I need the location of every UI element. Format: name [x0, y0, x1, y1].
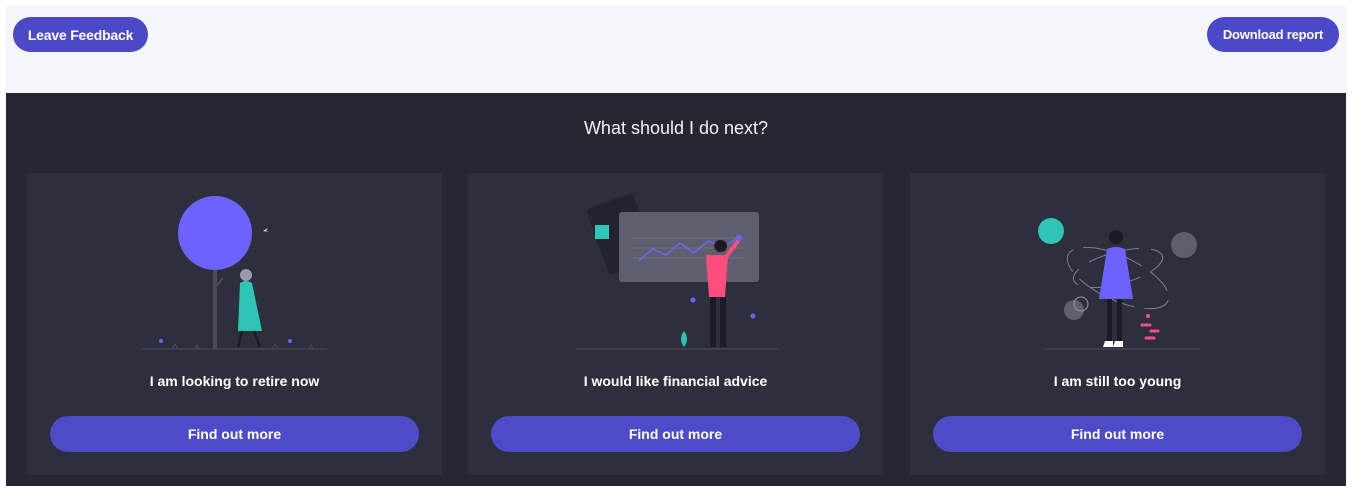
- section-title: What should I do next?: [583, 118, 769, 138]
- download-report-button[interactable]: Download report: [1207, 17, 1339, 52]
- find-out-more-button[interactable]: Find out more: [50, 416, 419, 452]
- find-out-more-button[interactable]: Find out more: [491, 416, 860, 452]
- leave-feedback-button[interactable]: Leave Feedback: [13, 17, 148, 52]
- card-heading: I am looking to retire now: [149, 373, 320, 389]
- top-bar: [6, 6, 1346, 93]
- find-out-more-button[interactable]: Find out more: [933, 416, 1302, 452]
- person-juggling-orbits-illustration: [1038, 218, 1200, 350]
- card-retire-now: I am looking to retire now Find out more: [27, 173, 442, 475]
- card-heading: I am still too young: [1053, 373, 1182, 389]
- card-too-young: I am still too young Find out more: [910, 173, 1325, 475]
- card-heading: I would like financial advice: [583, 373, 768, 389]
- person-walking-under-tree-illustration: [142, 196, 327, 350]
- person-pointing-at-chart-board-illustration: [576, 193, 778, 350]
- card-financial-advice: I would like financial advice Find out m…: [468, 173, 883, 475]
